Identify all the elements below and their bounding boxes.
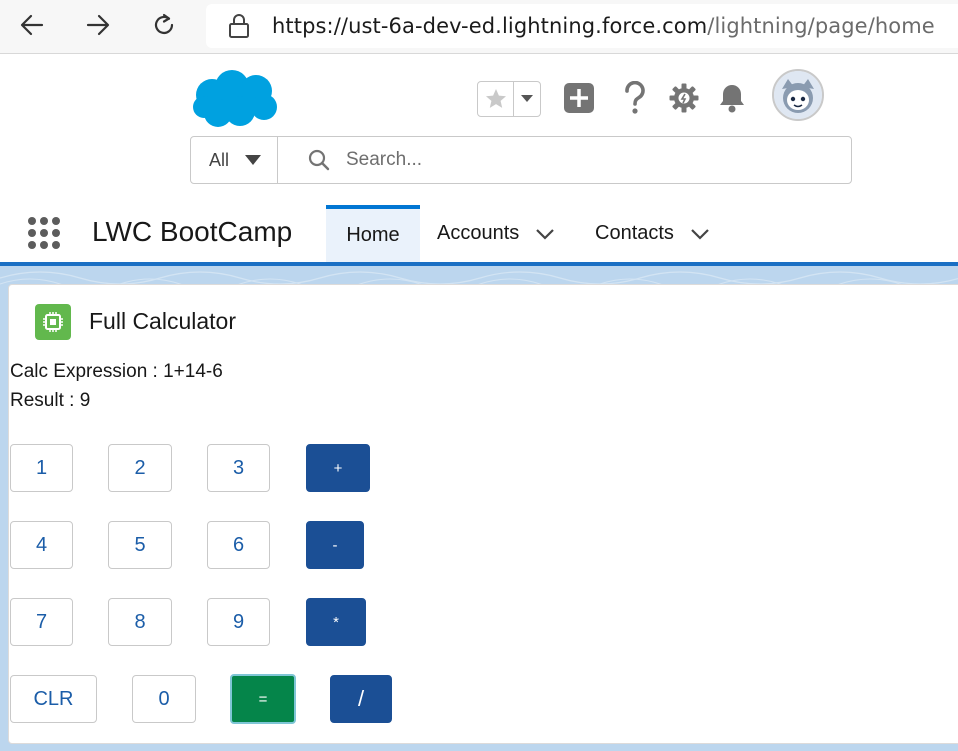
digit-9-button[interactable]: 9 [207,598,270,646]
tab-accounts[interactable]: Accounts [437,205,555,262]
tab-home[interactable]: Home [326,205,420,262]
browser-toolbar: https://ust-6a-dev-ed.lightning.force.co… [0,0,958,54]
gear-icon [669,83,699,113]
arrow-left-icon [20,14,44,36]
favorites-button[interactable] [478,82,514,116]
global-search: All [190,136,852,184]
refresh-icon [154,13,174,34]
add-icon [564,83,594,113]
digit-2-button[interactable]: 2 [108,444,172,492]
search-input[interactable] [346,149,786,171]
tab-accounts-label: Accounts [437,222,520,244]
search-scope-label: All [209,149,230,170]
caret-down-icon [245,155,262,165]
refresh-button[interactable] [144,7,184,43]
app-launcher-icon[interactable] [26,215,62,251]
calculator-card: Full Calculator Calc Expression : 1+14-6… [8,284,958,744]
chevron-down-icon[interactable] [535,228,555,240]
favorites-list-button[interactable] [514,82,540,116]
digit-6-button[interactable]: 6 [207,521,270,569]
digit-1-button[interactable]: 1 [10,444,73,492]
setup-button[interactable] [665,79,703,117]
tab-contacts-label: Contacts [595,222,674,244]
calc-expression: Calc Expression : 1+14-6 [10,361,223,382]
digit-3-button[interactable]: 3 [207,444,270,492]
url-host: https://ust-6a-dev-ed.lightning.force.co… [272,14,708,38]
digit-8-button[interactable]: 8 [108,598,172,646]
help-icon [625,81,645,114]
global-actions-button[interactable] [560,79,598,117]
user-avatar[interactable] [772,69,824,121]
lock-icon [229,14,249,38]
notifications-button[interactable] [713,79,751,117]
address-bar[interactable]: https://ust-6a-dev-ed.lightning.force.co… [206,4,958,48]
salesforce-logo-icon [193,70,277,127]
search-icon [308,149,330,171]
tab-contacts[interactable]: Contacts [595,205,710,262]
star-icon [485,89,506,108]
app-navigation-bar: LWC BootCamp Home Accounts Contacts [0,205,958,262]
subtract-button[interactable]: - [306,521,364,569]
back-button[interactable] [12,7,52,43]
astro-avatar-icon [774,71,822,119]
chevron-down-icon[interactable] [690,228,710,240]
digit-0-button[interactable]: 0 [132,675,196,723]
add-button[interactable]: + [306,444,370,492]
caret-down-icon [521,95,533,102]
chip-icon [43,312,63,332]
multiply-button[interactable]: * [306,598,366,646]
digit-5-button[interactable]: 5 [108,521,172,569]
calc-result: Result : 9 [10,390,91,411]
clear-button[interactable]: CLR [10,675,97,723]
help-button[interactable] [616,79,654,117]
forward-button[interactable] [78,7,118,43]
app-name: LWC BootCamp [92,216,293,247]
digit-4-button[interactable]: 4 [10,521,73,569]
tab-home-label: Home [346,224,400,246]
card-icon [35,304,71,340]
divide-button[interactable]: / [330,675,392,723]
favorites-group [477,81,541,117]
digit-7-button[interactable]: 7 [10,598,73,646]
global-header: All [0,55,958,205]
url-path: /lightning/page/home [707,14,935,38]
search-scope-dropdown[interactable]: All [191,137,278,183]
equals-button[interactable]: = [230,674,296,724]
card-title: Full Calculator [89,308,236,334]
arrow-right-icon [86,14,110,36]
bell-icon [720,85,744,113]
url-text: https://ust-6a-dev-ed.lightning.force.co… [272,14,935,38]
